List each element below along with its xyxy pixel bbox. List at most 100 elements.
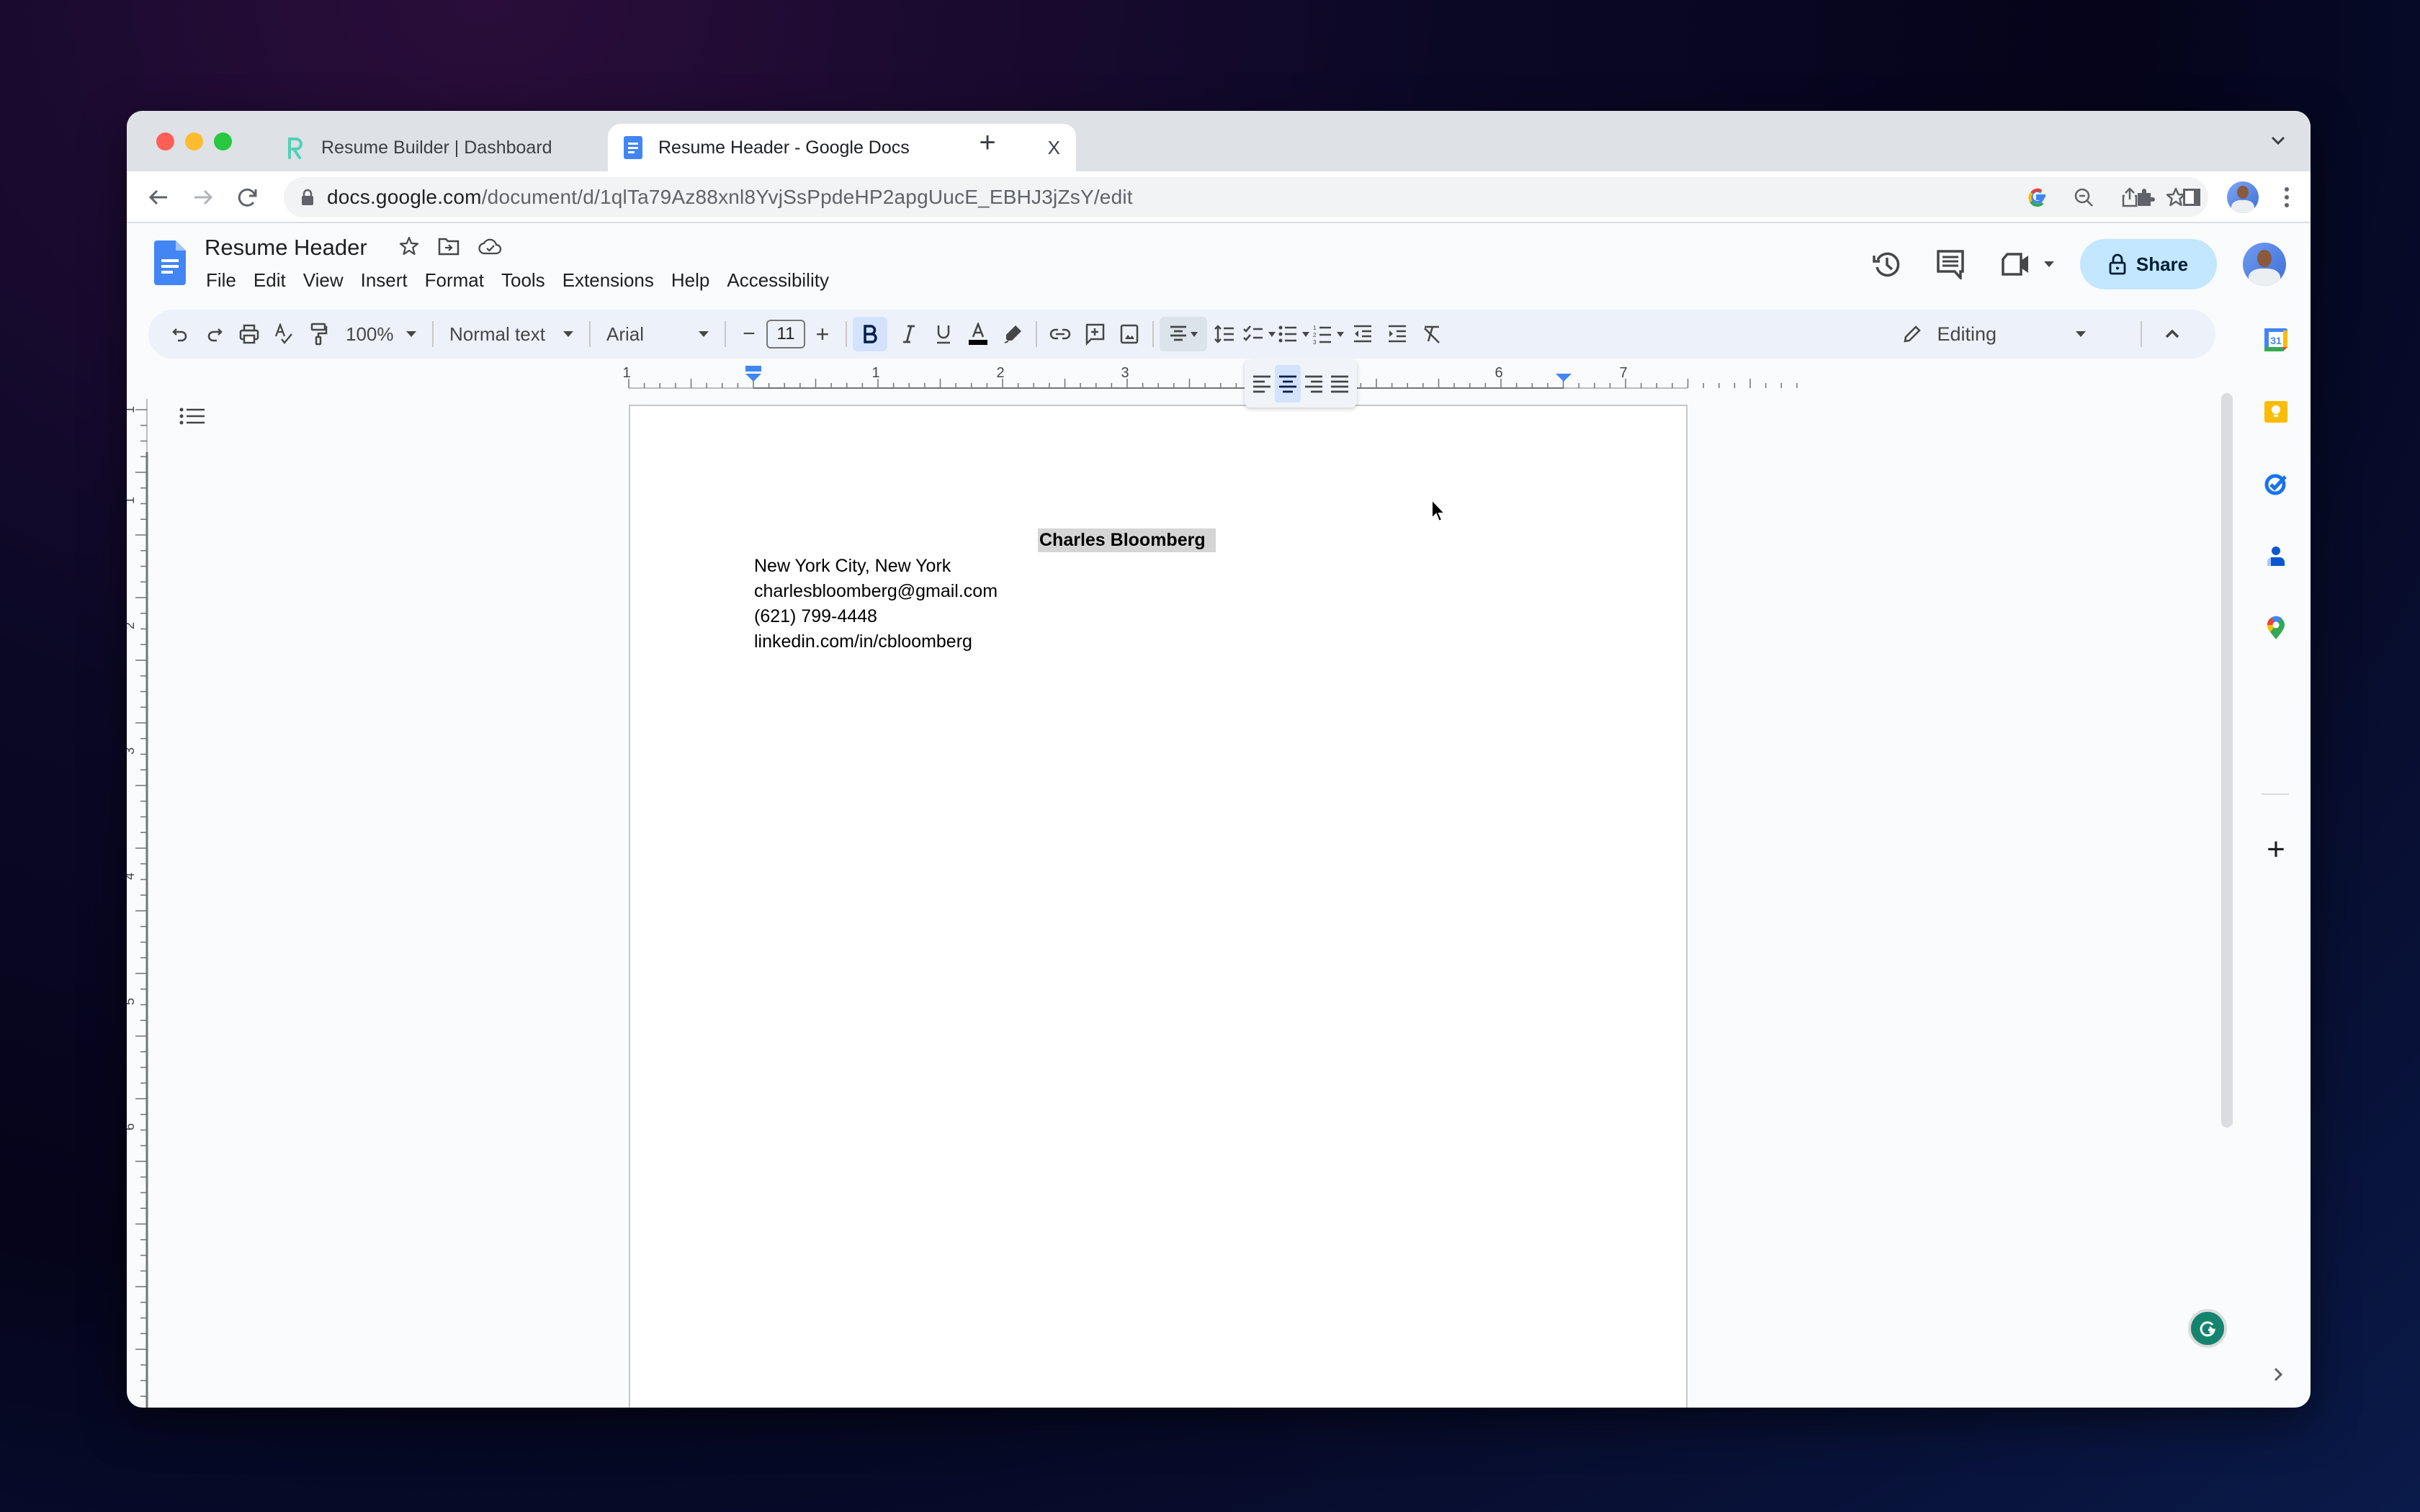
decrease-indent-button[interactable] — [1345, 317, 1380, 351]
ruler-label: 3 — [127, 747, 137, 755]
resume-email[interactable]: charlesbloomberg@gmail.com — [754, 579, 998, 604]
minimize-window-button[interactable] — [185, 132, 203, 150]
document-outline-icon[interactable] — [179, 406, 207, 431]
paragraph-style-select[interactable]: Normal text — [439, 317, 583, 351]
google-keep-icon[interactable] — [2263, 399, 2289, 425]
align-right-option[interactable] — [1301, 365, 1327, 402]
vertical-scrollbar[interactable] — [2221, 393, 2233, 1128]
bulleted-list-button[interactable] — [1276, 317, 1311, 351]
checklist-button[interactable] — [1242, 317, 1276, 351]
move-to-folder-icon[interactable] — [438, 237, 460, 256]
resume-name[interactable]: Charles Bloomberg — [1038, 528, 1216, 552]
menu-view[interactable]: View — [296, 266, 354, 294]
tab-title: Resume Builder | Dashboard — [321, 137, 552, 158]
get-add-ons-button[interactable]: + — [2262, 834, 2290, 865]
grammarly-button[interactable] — [2188, 1309, 2227, 1348]
redo-icon — [207, 328, 223, 342]
close-tab-icon[interactable]: X — [1048, 137, 1060, 159]
align-left-icon — [1253, 375, 1270, 393]
vertical-ruler[interactable]: 1 1 2 3 4 5 6 — [127, 399, 148, 1408]
spellcheck-button[interactable] — [266, 317, 301, 351]
resume-linkedin[interactable]: linkedin.com/in/cbloomberg — [754, 629, 998, 654]
justify-option[interactable] — [1327, 365, 1353, 402]
profile-avatar[interactable] — [2227, 181, 2259, 213]
editing-mode-select[interactable]: Editing — [1902, 310, 2086, 359]
account-avatar[interactable] — [2243, 243, 2286, 286]
clear-formatting-button[interactable] — [1415, 317, 1449, 351]
italic-button[interactable] — [892, 317, 926, 351]
zoom-out-icon[interactable] — [2073, 186, 2094, 208]
close-window-button[interactable] — [156, 132, 174, 150]
insert-image-button[interactable] — [1112, 317, 1147, 351]
menu-format[interactable]: Format — [418, 266, 494, 294]
lock-icon[interactable] — [301, 189, 314, 206]
menu-tools[interactable]: Tools — [494, 266, 555, 294]
resume-location[interactable]: New York City, New York — [754, 554, 998, 579]
more-vert-icon[interactable] — [2283, 186, 2290, 209]
side-panel-icon[interactable] — [2181, 186, 2202, 208]
right-indent-marker[interactable] — [1556, 374, 1572, 382]
new-tab-button[interactable]: + — [969, 128, 1005, 157]
first-line-indent-marker[interactable] — [745, 366, 761, 372]
google-contacts-icon[interactable] — [2263, 543, 2289, 569]
decrease-indent-icon — [1354, 325, 1371, 343]
show-side-panel-chevron-icon[interactable] — [2267, 1364, 2289, 1385]
align-center-option[interactable] — [1275, 365, 1301, 402]
menu-accessibility[interactable]: Accessibility — [720, 266, 839, 294]
undo-button[interactable] — [163, 317, 197, 351]
meet-dropdown-caret-icon[interactable] — [2044, 261, 2054, 267]
redo-button[interactable] — [197, 317, 232, 351]
text-color-button[interactable] — [961, 317, 995, 351]
zoom-select[interactable]: 100% — [336, 317, 426, 351]
svg-text:1: 1 — [1313, 325, 1317, 331]
resume-phone[interactable]: (621) 799-4448 — [754, 604, 998, 629]
cloud-saved-icon[interactable] — [478, 237, 503, 256]
google-docs-logo-icon[interactable] — [154, 240, 186, 285]
menu-file[interactable]: File — [199, 266, 246, 294]
back-arrow-icon[interactable] — [145, 184, 171, 210]
version-history-icon[interactable] — [1871, 248, 1903, 280]
line-spacing-button[interactable] — [1207, 317, 1242, 351]
tab-google-docs[interactable]: Resume Header - Google Docs X — [608, 124, 1076, 171]
decrease-font-size-button[interactable]: − — [732, 317, 766, 351]
omnibox[interactable]: docs.google.com/document/d/1qlTa79Az88xn… — [284, 177, 2208, 217]
increase-indent-button[interactable] — [1380, 317, 1415, 351]
star-icon[interactable] — [399, 236, 419, 256]
google-lens-icon[interactable] — [2027, 186, 2048, 208]
google-calendar-icon[interactable]: 31 — [2263, 327, 2289, 353]
reload-icon[interactable] — [235, 184, 261, 210]
numbered-list-button[interactable]: 123 — [1311, 317, 1345, 351]
document-page[interactable]: Charles Bloomberg New York City, New Yor… — [629, 405, 1688, 1408]
print-button[interactable] — [232, 317, 266, 351]
highlight-color-button[interactable] — [995, 317, 1030, 351]
extensions-puzzle-icon[interactable] — [2133, 186, 2156, 209]
forward-arrow-icon[interactable] — [190, 184, 216, 210]
align-left-option[interactable] — [1249, 365, 1275, 402]
comments-icon[interactable] — [1936, 249, 1965, 279]
align-button[interactable] — [1160, 317, 1207, 351]
url-text[interactable]: docs.google.com/document/d/1qlTa79Az88xn… — [327, 186, 1133, 209]
share-button[interactable]: Share — [2080, 239, 2217, 289]
paint-format-button[interactable] — [301, 317, 336, 351]
document-title[interactable]: Resume Header — [205, 235, 367, 261]
underline-button[interactable] — [926, 317, 961, 351]
menu-help[interactable]: Help — [664, 266, 720, 294]
font-family-select[interactable]: Arial — [596, 317, 719, 351]
add-comment-button[interactable] — [1077, 317, 1112, 351]
horizontal-ruler[interactable]: 1 1 2 3 6 7 — [127, 364, 2215, 393]
meet-camera-icon[interactable] — [2001, 252, 2031, 276]
tab-search-chevron-icon[interactable] — [2267, 130, 2289, 151]
left-indent-marker[interactable] — [745, 374, 761, 382]
menu-extensions[interactable]: Extensions — [555, 266, 664, 294]
google-tasks-icon[interactable] — [2263, 471, 2289, 497]
bold-button[interactable] — [853, 317, 887, 351]
font-size-input[interactable]: 11 — [766, 320, 805, 348]
menu-edit[interactable]: Edit — [246, 266, 296, 294]
pencil-icon — [1904, 325, 1922, 343]
insert-link-button[interactable] — [1043, 317, 1077, 351]
google-maps-icon[interactable] — [2263, 615, 2289, 641]
increase-font-size-button[interactable]: + — [805, 317, 840, 351]
menu-insert[interactable]: Insert — [354, 266, 418, 294]
hide-menus-chevron-up-icon[interactable] — [2155, 317, 2190, 351]
maximize-window-button[interactable] — [214, 132, 232, 150]
